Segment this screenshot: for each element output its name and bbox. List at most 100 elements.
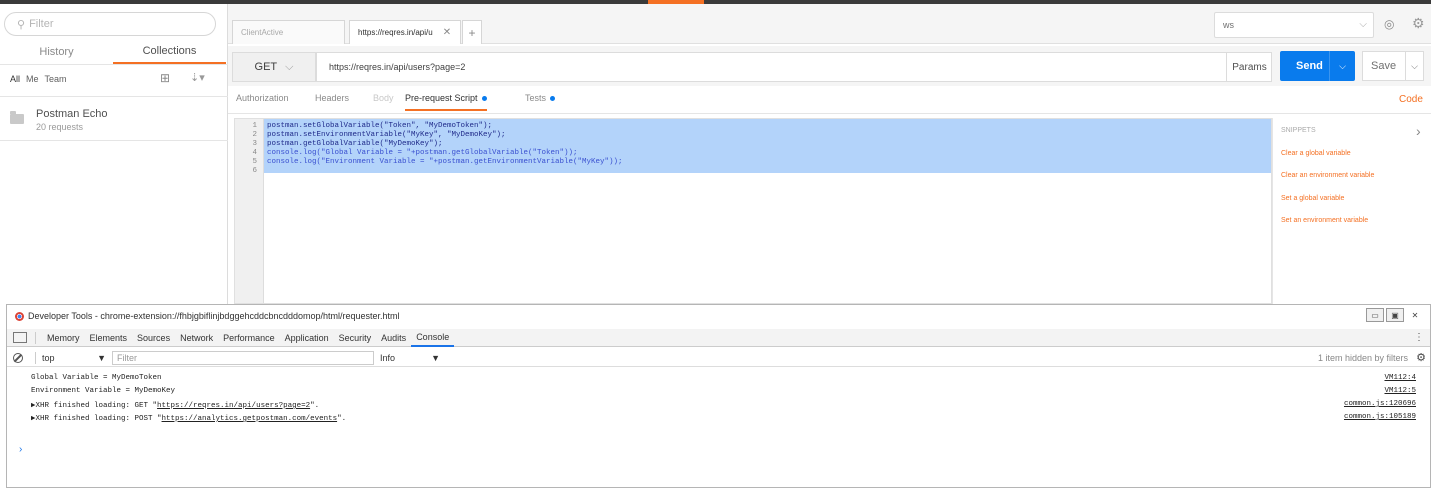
console-prompt[interactable]: › bbox=[19, 444, 22, 455]
devtools-tab-application[interactable]: Application bbox=[280, 333, 334, 343]
line-number: 2 bbox=[252, 131, 257, 139]
devtools-tab-security[interactable]: Security bbox=[334, 333, 377, 343]
snippets-title: SNIPPETS bbox=[1281, 127, 1316, 134]
gear-icon[interactable]: ⚙ bbox=[1412, 15, 1425, 32]
close-icon[interactable]: ✕ bbox=[1406, 308, 1424, 322]
params-button[interactable]: Params bbox=[1226, 52, 1272, 82]
tab-history[interactable]: History bbox=[0, 40, 113, 64]
line-number: 6 bbox=[252, 167, 257, 175]
script-editor[interactable]: 1 2 3 4 5 6 postman.setGlobalVariable("T… bbox=[234, 118, 1272, 304]
log-message: Environment Variable = MyDemoKey bbox=[31, 387, 176, 395]
chevron-right-icon[interactable]: › bbox=[1416, 123, 1421, 139]
scope-all[interactable]: All bbox=[10, 74, 20, 84]
context-value: top bbox=[42, 352, 55, 363]
log-message: Global Variable = MyDemoToken bbox=[31, 374, 162, 382]
request-tab-strip: ClientActive https://reqres.in/api/u ✕ +… bbox=[228, 4, 1431, 44]
search-icon: ⚲ bbox=[17, 18, 26, 31]
code-line: postman.getGlobalVariable("MyDemoKey"); bbox=[267, 140, 443, 148]
log-source-link[interactable]: common.js:120696 bbox=[1344, 400, 1416, 408]
method-value: GET bbox=[254, 61, 278, 73]
send-button[interactable]: Send ⌵ bbox=[1280, 51, 1355, 81]
console-filter-input[interactable]: Filter bbox=[112, 350, 374, 365]
log-url-link[interactable]: https://reqres.in/api/users?page=2 bbox=[157, 402, 310, 410]
devtools-title: Developer Tools - chrome-extension://fhb… bbox=[28, 311, 400, 321]
window-controls: ▭ ▣ ✕ bbox=[1366, 308, 1424, 322]
log-url-link[interactable]: https://analytics.getpostman.com/events bbox=[162, 415, 338, 423]
sidebar-filter-input[interactable]: ⚲ Filter bbox=[4, 12, 216, 36]
tab-headers[interactable]: Headers bbox=[315, 93, 349, 103]
snippet-set-environment[interactable]: Set an environment variable bbox=[1281, 217, 1368, 224]
collection-name: Postman Echo bbox=[36, 108, 108, 120]
log-suffix: ". bbox=[310, 402, 320, 410]
request-tabs: Authorization Headers Body Pre-request S… bbox=[228, 88, 1431, 114]
gear-icon[interactable]: ⚙ bbox=[1416, 351, 1426, 364]
tab-body[interactable]: Body bbox=[373, 93, 394, 103]
close-icon[interactable]: ✕ bbox=[443, 27, 451, 38]
code-link[interactable]: Code bbox=[1399, 94, 1423, 105]
scope-filter: All Me Team bbox=[10, 74, 67, 84]
chevron-down-icon[interactable]: ⌵ bbox=[1405, 52, 1423, 80]
modified-dot-icon bbox=[481, 96, 487, 102]
chevron-down-icon[interactable]: ⌵ bbox=[1329, 51, 1355, 81]
url-input[interactable]: https://reqres.in/api/users?page=2 bbox=[316, 52, 1272, 82]
log-source-link[interactable]: VM112:4 bbox=[1384, 374, 1416, 382]
sort-icon[interactable]: ⇣▾ bbox=[190, 71, 205, 84]
line-number: 1 bbox=[252, 122, 257, 130]
log-prefix: ▶XHR finished loading: GET " bbox=[31, 402, 158, 410]
code-line: console.log("Global Variable = "+postman… bbox=[267, 149, 578, 157]
devtools-tab-memory[interactable]: Memory bbox=[42, 333, 85, 343]
divider bbox=[0, 96, 228, 97]
divider bbox=[35, 351, 36, 364]
snippet-set-global[interactable]: Set a global variable bbox=[1281, 195, 1344, 202]
devtools-tab-elements[interactable]: Elements bbox=[85, 333, 133, 343]
snippets-panel: SNIPPETS › Clear a global variable Clear… bbox=[1272, 118, 1431, 304]
tab-prerequest-script[interactable]: Pre-request Script bbox=[405, 93, 487, 111]
collection-item[interactable]: Postman Echo 20 requests bbox=[0, 100, 228, 140]
more-menu-icon[interactable]: ⋮ bbox=[1414, 332, 1424, 343]
log-suffix: ". bbox=[337, 415, 347, 423]
inspect-element-icon[interactable] bbox=[13, 332, 27, 343]
log-message: ▶XHR finished loading: GET "https://reqr… bbox=[31, 400, 319, 410]
snippet-clear-environment[interactable]: Clear an environment variable bbox=[1281, 172, 1374, 179]
tab-client-active[interactable]: ClientActive bbox=[232, 20, 345, 44]
log-message: ▶XHR finished loading: POST "https://ana… bbox=[31, 413, 346, 423]
eye-icon[interactable]: ◎ bbox=[1384, 17, 1394, 31]
devtools-tab-sources[interactable]: Sources bbox=[132, 333, 175, 343]
folder-icon bbox=[10, 111, 24, 124]
devtools-tab-performance[interactable]: Performance bbox=[218, 333, 280, 343]
tab-tests[interactable]: Tests bbox=[525, 93, 556, 103]
devtools-tab-audits[interactable]: Audits bbox=[376, 333, 411, 343]
save-label: Save bbox=[1371, 60, 1397, 72]
collection-count: 20 requests bbox=[36, 122, 84, 132]
environment-select[interactable]: ws ⌵ bbox=[1214, 12, 1374, 38]
scope-team[interactable]: Team bbox=[45, 74, 67, 84]
context-select[interactable]: top ▼ bbox=[42, 353, 112, 363]
tab-current-request[interactable]: https://reqres.in/api/u ✕ bbox=[349, 20, 461, 44]
tab-collections[interactable]: Collections bbox=[113, 40, 226, 64]
minimize-icon[interactable]: ▭ bbox=[1366, 308, 1384, 322]
log-levels-select[interactable]: Info ▼ bbox=[380, 353, 440, 363]
scope-me[interactable]: Me bbox=[26, 74, 39, 84]
new-tab-button[interactable]: + bbox=[462, 20, 482, 44]
line-number: 3 bbox=[252, 140, 257, 148]
devtools-tab-network[interactable]: Network bbox=[175, 333, 218, 343]
send-label: Send bbox=[1296, 60, 1323, 72]
clear-console-icon[interactable] bbox=[13, 352, 23, 363]
save-button[interactable]: Save ⌵ bbox=[1362, 51, 1424, 81]
method-select[interactable]: GET ⌵ bbox=[232, 52, 316, 82]
modified-dot-icon bbox=[550, 96, 556, 102]
snippet-clear-global[interactable]: Clear a global variable bbox=[1281, 150, 1351, 157]
maximize-icon[interactable]: ▣ bbox=[1386, 308, 1404, 322]
console-log-row[interactable]: ▶XHR finished loading: GET "https://reqr… bbox=[7, 399, 1430, 411]
chrome-icon bbox=[15, 311, 24, 321]
divider bbox=[0, 140, 228, 141]
tab-authorization[interactable]: Authorization bbox=[236, 93, 289, 103]
log-source-link[interactable]: common.js:105189 bbox=[1344, 413, 1416, 421]
log-prefix: ▶XHR finished loading: POST " bbox=[31, 415, 162, 423]
dropdown-arrow-icon: ▼ bbox=[431, 352, 440, 363]
log-source-link[interactable]: VM112:5 bbox=[1384, 387, 1416, 395]
divider bbox=[0, 64, 228, 65]
new-collection-icon[interactable]: ⊞ bbox=[160, 71, 178, 85]
console-log-row[interactable]: ▶XHR finished loading: POST "https://ana… bbox=[7, 412, 1430, 424]
devtools-tab-console[interactable]: Console bbox=[411, 329, 455, 347]
